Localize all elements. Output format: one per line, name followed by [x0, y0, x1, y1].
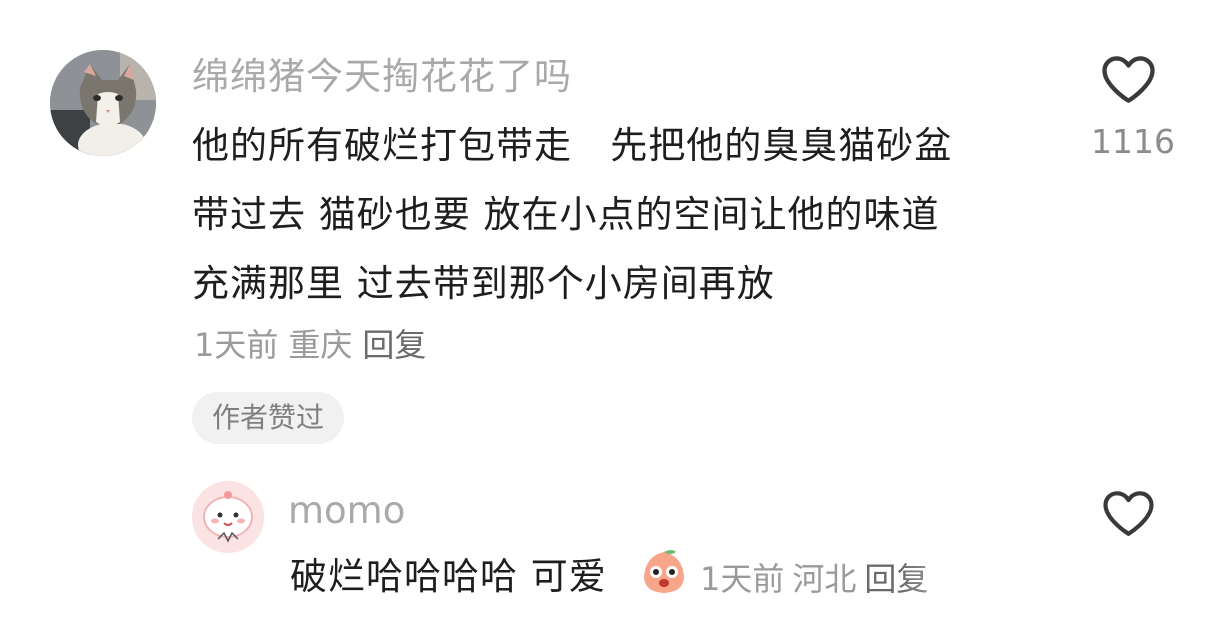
author-liked-badge: 作者赞过 — [192, 392, 345, 444]
comment-username[interactable]: 绵绵猪今天掏花花了吗 — [192, 52, 572, 102]
comment-text-line: 充满那里 过去带到那个小房间再放 — [192, 262, 775, 305]
avatar[interactable] — [50, 50, 156, 156]
comment-meta: 1天前 重庆 回复 — [194, 322, 436, 368]
comment-time: 1天前 — [700, 560, 785, 598]
avatar[interactable] — [192, 481, 264, 553]
heart-icon[interactable] — [1101, 55, 1156, 103]
comment-body: 他的所有破烂打包带走 先把他的臭臭猫砂盆 带过去 猫砂也要 放在小点的空间让他的… — [192, 118, 1042, 325]
comment-text-line: 带过去 猫砂也要 放在小点的空间让他的味道 — [192, 193, 940, 236]
cat-avatar-image — [50, 50, 156, 156]
comment-text: 破烂哈哈哈哈 可爱 — [290, 555, 607, 598]
comment-location: 河北 — [792, 560, 857, 598]
bottom-fade-overlay — [900, 560, 1206, 627]
cartoon-avatar-image — [192, 481, 264, 553]
peach-emoji-icon — [638, 546, 690, 598]
heart-icon[interactable] — [1102, 490, 1155, 536]
comment-username[interactable]: momo — [288, 486, 405, 536]
reply-button[interactable]: 回复 — [362, 326, 426, 364]
comment-location: 重庆 — [288, 326, 353, 364]
like-count: 1116 — [1091, 122, 1175, 161]
comment-time: 1天前 — [194, 326, 279, 364]
comment-text-line: 他的所有破烂打包带走 先把他的臭臭猫砂盆 — [192, 124, 953, 167]
